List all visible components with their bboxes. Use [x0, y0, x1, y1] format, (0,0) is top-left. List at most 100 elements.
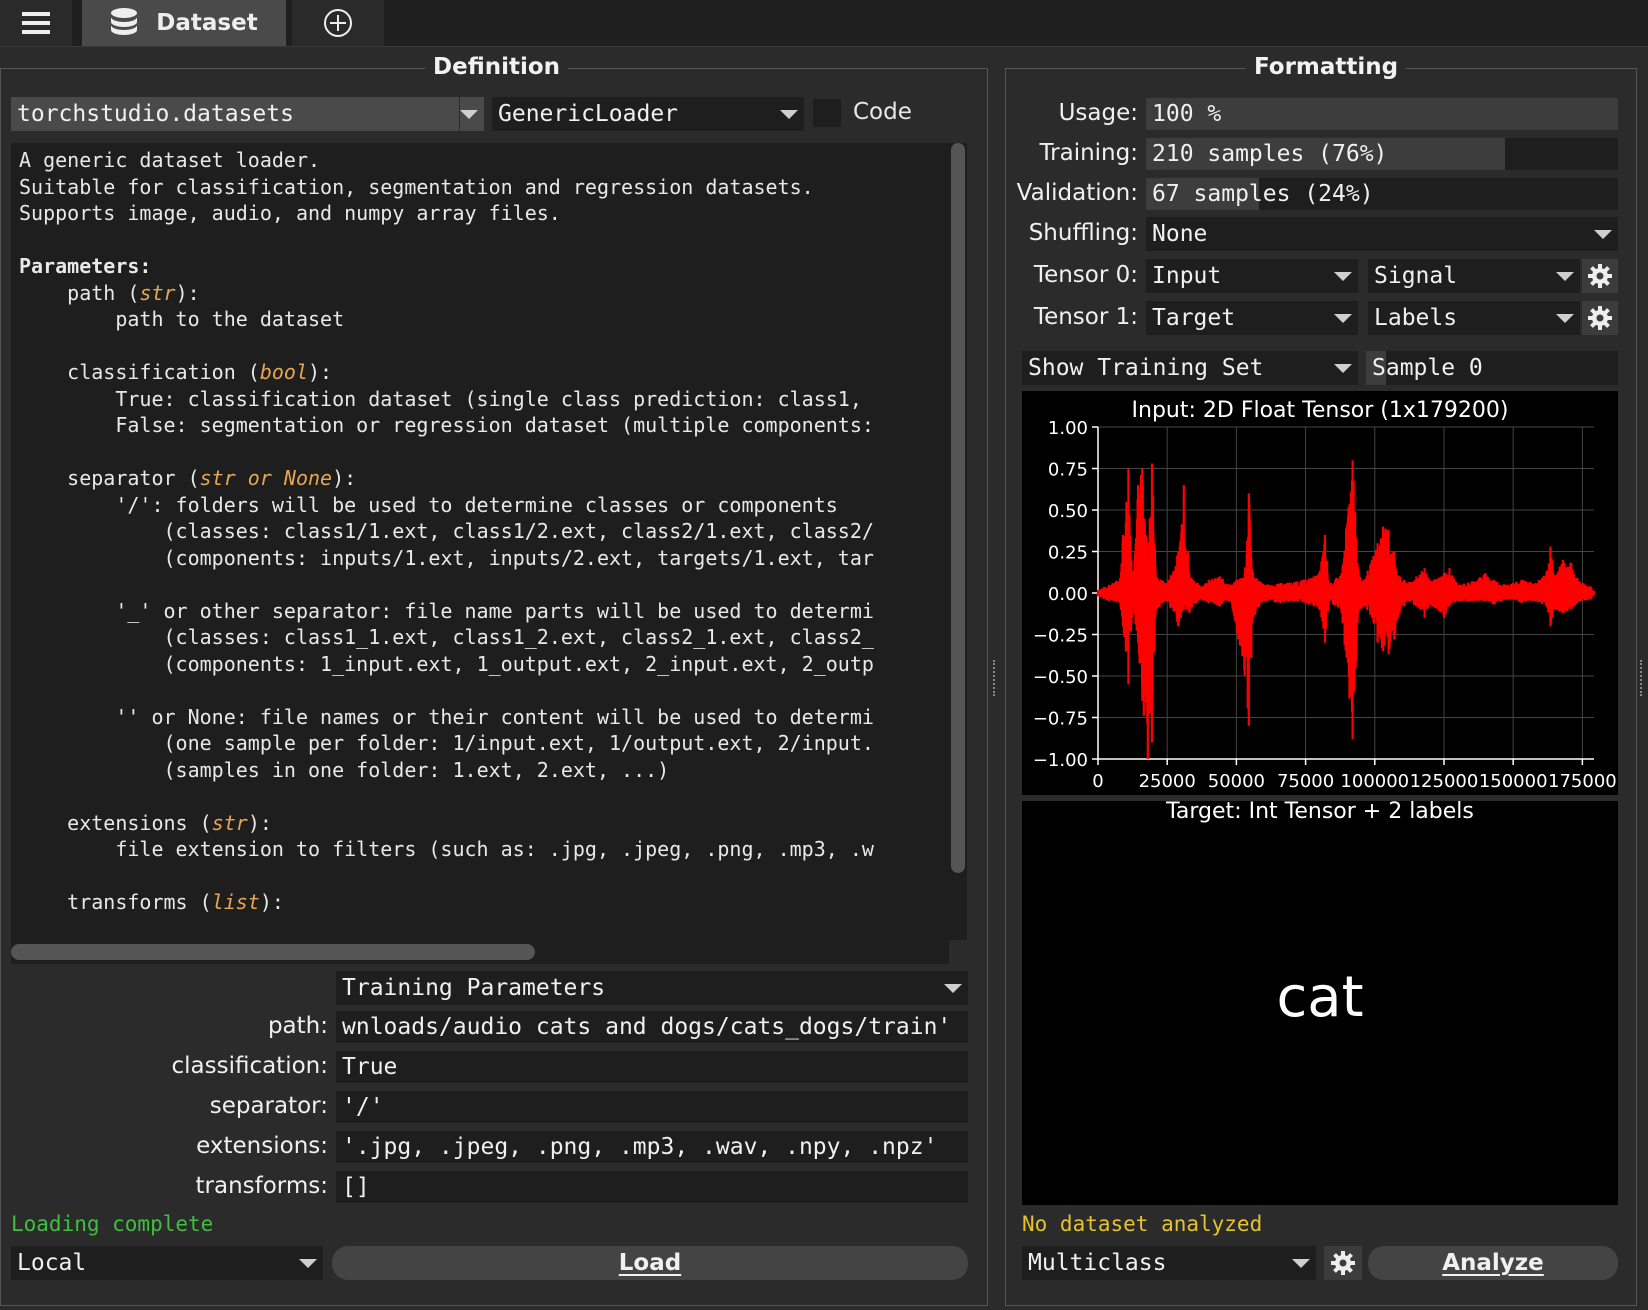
training-value: 210 samples (76%) [1152, 141, 1388, 167]
analysis-settings-button[interactable] [1324, 1246, 1362, 1280]
param-desc: file extension to filters (such as: .jpg… [115, 837, 874, 861]
x-tick-label: 100000 [1340, 771, 1409, 792]
param-type: str [139, 280, 176, 305]
param-desc: path to the dataset [115, 307, 345, 331]
param-label: extensions: [196, 1133, 328, 1159]
y-tick-label: −0.75 [1033, 709, 1088, 730]
param-desc: (components: inputs/1.ext, inputs/2.ext,… [163, 545, 874, 570]
add-tab-button[interactable] [292, 0, 384, 46]
validation-label: Validation: [1016, 180, 1138, 206]
analysis-type-select[interactable]: Multiclass [1022, 1246, 1316, 1280]
training-label: Training: [1039, 140, 1138, 166]
analyze-button[interactable]: Analyze [1368, 1246, 1618, 1280]
tab-dataset[interactable]: Dataset [82, 0, 286, 46]
param-desc: '/': folders will be used to determine c… [115, 492, 838, 517]
y-tick-label: 0.00 [1048, 584, 1088, 605]
class-select[interactable]: GenericLoader [492, 97, 804, 131]
param-type: bool [259, 360, 309, 384]
training-slider[interactable]: 210 samples (76%) [1146, 138, 1618, 170]
shuffling-select[interactable]: None [1146, 217, 1618, 251]
validation-slider[interactable]: 67 samples (24%) [1146, 178, 1618, 210]
tensor1-renderer-select[interactable]: Labels [1368, 301, 1580, 335]
x-tick-label: 75000 [1277, 771, 1334, 792]
definition-title: Definition [425, 54, 569, 80]
tensor1-type-value: Target [1152, 305, 1236, 331]
param-name: extensions [67, 810, 188, 835]
doc-vertical-scrollbar[interactable] [949, 143, 967, 940]
menu-button[interactable] [0, 0, 72, 46]
doc-params-heading: Parameters: [19, 254, 152, 278]
param-type: str [211, 810, 248, 835]
param-name: separator [67, 466, 176, 490]
params-set-value: Training Parameters [342, 975, 606, 1001]
param-label: classification: [171, 1053, 328, 1079]
x-tick-label: 25000 [1139, 771, 1196, 792]
scrollbar-thumb[interactable] [951, 143, 965, 873]
tensor0-type-value: Input [1152, 263, 1222, 289]
param-value-input[interactable]: wnloads/audio cats and dogs/cats_dogs/tr… [336, 1011, 968, 1043]
database-icon [111, 8, 138, 35]
doc-line: Suitable for classification, segmentatio… [19, 174, 814, 199]
y-tick-label: 0.50 [1048, 501, 1088, 522]
chevron-down-icon [1556, 272, 1574, 281]
tensor0-renderer-value: Signal [1374, 263, 1458, 289]
shuffling-value: None [1152, 221, 1208, 247]
sample-slider[interactable]: Sample 0 [1366, 351, 1618, 385]
sample-label: Sample 0 [1372, 355, 1483, 381]
tensor0-renderer-select[interactable]: Signal [1368, 259, 1580, 293]
param-value-input[interactable]: True [336, 1051, 968, 1083]
load-button[interactable]: Load [332, 1246, 968, 1280]
param-desc: '' or None: file names or their content … [115, 704, 874, 729]
param-label: path: [267, 1013, 328, 1039]
y-tick-label: 0.75 [1048, 460, 1088, 481]
doc-horizontal-scrollbar[interactable] [11, 940, 949, 964]
module-select[interactable]: torchstudio.datasets [11, 97, 484, 131]
x-tick-label: 175000 [1548, 771, 1617, 792]
param-value-input[interactable]: '/' [336, 1091, 968, 1123]
y-tick-label: 0.25 [1048, 543, 1088, 564]
param-type: list [211, 890, 260, 914]
code-label: Code [853, 99, 912, 125]
doc-text-area[interactable]: A generic dataset loader. Suitable for c… [11, 143, 949, 940]
splitter-handle[interactable] [1640, 660, 1647, 696]
splitter-handle[interactable] [993, 660, 1000, 696]
tensor1-type-select[interactable]: Target [1146, 301, 1358, 335]
scrollbar-thumb[interactable] [11, 944, 535, 960]
analysis-status: No dataset analyzed [1022, 1212, 1263, 1236]
tensor0-settings-button[interactable] [1582, 259, 1618, 293]
validation-value: 67 samples (24%) [1152, 181, 1374, 207]
chevron-down-icon [780, 110, 798, 119]
target-title: Target: Int Tensor + 2 labels [1166, 799, 1474, 824]
shuffling-label: Shuffling: [1028, 220, 1138, 246]
source-select[interactable]: Local [11, 1246, 323, 1280]
tensor0-type-select[interactable]: Input [1146, 259, 1358, 293]
view-set-select[interactable]: Show Training Set [1022, 351, 1358, 385]
load-status: Loading complete [11, 1212, 214, 1236]
doc-line: Supports image, audio, and numpy array f… [19, 201, 561, 225]
param-value-input[interactable]: '.jpg, .jpeg, .png, .mp3, .wav, .npy, .n… [336, 1131, 968, 1163]
formatting-title: Formatting [1246, 54, 1407, 80]
chart-title: Input: 2D Float Tensor (1x179200) [1132, 398, 1509, 423]
param-desc: (classes: class1/1.ext, class1/2.ext, cl… [163, 519, 874, 543]
param-name: classification [67, 360, 236, 384]
class-select-value: GenericLoader [498, 101, 679, 127]
usage-slider[interactable]: 100 % [1146, 98, 1618, 130]
analyze-button-label: Analyze [1442, 1250, 1544, 1276]
chevron-down-icon [1334, 364, 1352, 373]
code-checkbox[interactable] [813, 99, 841, 127]
tensor1-settings-button[interactable] [1582, 301, 1618, 335]
gear-icon [1588, 264, 1612, 288]
params-set-select[interactable]: Training Parameters [336, 971, 968, 1005]
param-desc: (classes: class1_1.ext, class1_2.ext, cl… [163, 625, 874, 649]
view-set-value: Show Training Set [1028, 355, 1264, 381]
param-label: transforms: [195, 1173, 329, 1199]
x-tick-label: 125000 [1410, 771, 1479, 792]
analysis-type-value: Multiclass [1028, 1250, 1167, 1276]
param-value-input[interactable]: [] [336, 1171, 968, 1203]
usage-value: 100 % [1152, 101, 1222, 127]
signal-chart: Input: 2D Float Tensor (1x179200) 1.00 0.7… [1033, 398, 1617, 792]
target-label: cat [1276, 965, 1364, 1030]
param-name: path [67, 280, 116, 305]
gear-icon [1588, 306, 1612, 330]
source-select-value: Local [17, 1250, 87, 1276]
